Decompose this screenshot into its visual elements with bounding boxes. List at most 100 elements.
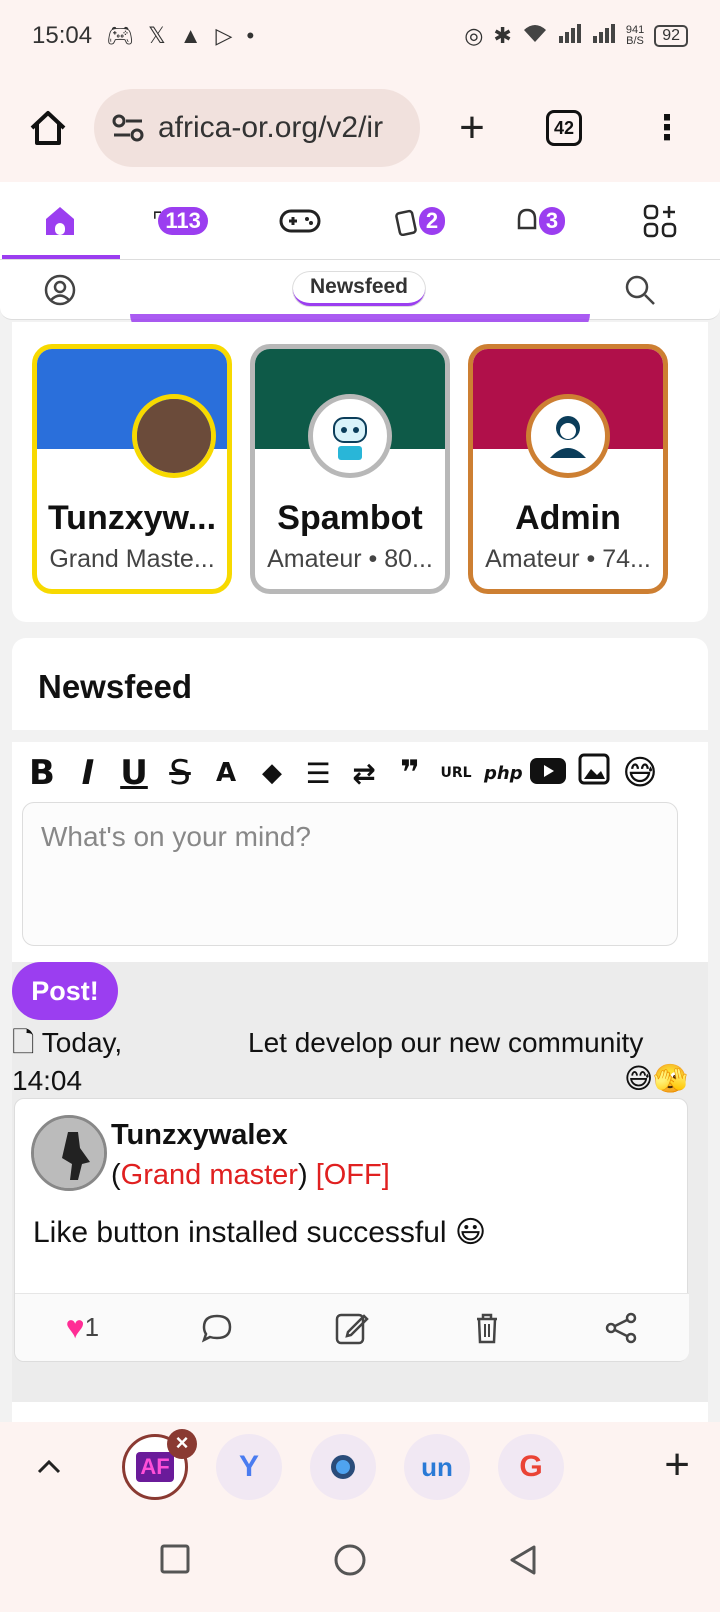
status-bar: 15:04 🎮︎ 𝕏 ▲ ▷ • ◎ ✱ 941 B/S 92: [0, 0, 720, 72]
close-tab-button[interactable]: ×: [167, 1429, 197, 1459]
comment-icon: [202, 1314, 232, 1342]
tab-globe[interactable]: [310, 1434, 376, 1500]
posts-badge: 2: [418, 206, 446, 235]
newsfeed-card: Newsfeed B I U S A ◆ ☰ ⇄ ❞ URL php 😅 Wha…: [12, 638, 708, 1422]
globe-icon: [331, 1455, 355, 1479]
nav-posts[interactable]: 2: [360, 182, 480, 259]
author-name[interactable]: Tunzxywalex: [111, 1119, 288, 1152]
sub-nav: Newsfeed: [0, 260, 720, 320]
notifications-badge: 3: [538, 206, 566, 235]
post-composer-input[interactable]: What's on your mind?: [22, 802, 678, 946]
user-rank: Grand Maste...: [49, 545, 215, 573]
site-favicon: AF: [136, 1452, 174, 1482]
image-icon[interactable]: [576, 753, 612, 794]
nav-messages[interactable]: ⌜ 113: [120, 182, 240, 259]
robot-icon: [333, 417, 367, 460]
edit-button[interactable]: [285, 1310, 420, 1346]
nav-games[interactable]: [240, 182, 360, 259]
apps-icon: [643, 204, 677, 237]
online-status: [OFF]: [315, 1159, 390, 1191]
comment-button[interactable]: [150, 1312, 285, 1344]
delete-button[interactable]: [419, 1312, 554, 1344]
signal-icon-2: [592, 22, 616, 50]
tab-newsfeed[interactable]: Newsfeed: [293, 272, 425, 306]
site-settings-icon[interactable]: [112, 114, 144, 142]
new-tab-button[interactable]: +: [450, 103, 494, 153]
user-name: Admin: [515, 499, 621, 537]
file-icon: 🗋: [12, 1027, 35, 1058]
home-button[interactable]: [24, 104, 72, 152]
url-icon[interactable]: URL: [438, 765, 474, 781]
emoji-icon[interactable]: 😅: [622, 753, 658, 793]
x-icon: 𝕏: [148, 23, 166, 48]
user-rank: Amateur • 74...: [485, 545, 651, 573]
nav-home[interactable]: [0, 182, 120, 259]
post-text: Like button installed successful 😃: [33, 1216, 487, 1249]
user-card[interactable]: Tunzxyw... Grand Maste...: [32, 344, 232, 594]
home-icon: [30, 111, 66, 145]
tab-yahoo[interactable]: Y: [216, 1434, 282, 1500]
quote-icon[interactable]: ❞: [392, 753, 428, 793]
url-text: africa-or.org/v2/ir: [158, 111, 384, 144]
warning-icon: ▲: [179, 23, 202, 48]
author-rank-label: Grand master: [120, 1159, 298, 1191]
cards-icon: [395, 209, 417, 236]
back-button[interactable]: [508, 1544, 538, 1576]
search-icon[interactable]: [624, 274, 656, 306]
overflow-menu-button[interactable]: ⋮: [650, 111, 684, 145]
gamepad-icon: 🎮︎: [106, 23, 134, 48]
post-actions: ♥ 1: [15, 1293, 689, 1361]
php-icon[interactable]: php: [484, 763, 523, 784]
chevron-up-icon[interactable]: [34, 1457, 64, 1477]
address-bar[interactable]: africa-or.org/v2/ir: [94, 89, 420, 167]
recents-button[interactable]: [160, 1544, 190, 1574]
author-rank: (Grand master) [OFF]: [111, 1159, 390, 1191]
user-name: Spambot: [277, 499, 423, 537]
admin-avatar: [526, 394, 610, 478]
youtube-icon[interactable]: [530, 753, 566, 793]
dot-icon: •: [246, 23, 255, 48]
like-count: 1: [84, 1312, 100, 1342]
wifi-icon: [522, 22, 548, 50]
swap-icon[interactable]: ⇄: [346, 757, 382, 790]
status-date: 🗋 Today, 14:04: [12, 1024, 162, 1100]
status-area: Post! 🗋 Today, 14:04 Let develop our new…: [12, 962, 708, 1402]
status-message: Let develop our new community: [248, 1027, 644, 1058]
status-emoji: 😅🫣: [623, 1063, 688, 1094]
italic-button[interactable]: I: [70, 753, 106, 793]
tab-africa-or[interactable]: AF ×: [122, 1429, 197, 1500]
strikethrough-button[interactable]: S: [162, 753, 198, 793]
fill-color-icon[interactable]: ◆: [254, 758, 290, 788]
list-icon[interactable]: ☰: [300, 757, 336, 790]
nav-apps[interactable]: [600, 182, 720, 259]
profile-icon[interactable]: [44, 274, 76, 306]
author-avatar[interactable]: [31, 1115, 107, 1191]
net-speed: 941 B/S: [626, 25, 644, 47]
tab-switcher-button[interactable]: 42: [546, 110, 582, 146]
signal-icon: [558, 22, 582, 50]
site-nav: ⌜ 113 2 3: [0, 182, 720, 260]
admin-icon: [550, 416, 586, 458]
home-nav-button[interactable]: [334, 1544, 366, 1576]
nav-notifications[interactable]: 3: [480, 182, 600, 259]
heart-icon: ♥: [65, 1309, 85, 1345]
featured-users: Tunzxyw... Grand Maste... Spambot Amateu…: [12, 322, 708, 622]
newsfeed-title: Newsfeed: [38, 668, 193, 705]
user-avatar: [131, 394, 216, 478]
divider: [12, 730, 708, 742]
web-content: ⌜ 113 2 3 Newsfeed Tunzxyw... Grand Mast…: [0, 182, 720, 1422]
bold-button[interactable]: B: [24, 753, 60, 793]
tab-google[interactable]: G: [498, 1434, 564, 1500]
user-rank: Amateur • 80...: [267, 545, 433, 573]
like-button[interactable]: ♥ 1: [15, 1309, 150, 1346]
post-button[interactable]: Post!: [12, 962, 118, 1020]
share-button[interactable]: [554, 1312, 689, 1344]
add-tab-button[interactable]: +: [664, 1440, 690, 1490]
system-nav-bar: [0, 1512, 720, 1612]
clock: 15:04: [32, 22, 93, 49]
text-color-icon[interactable]: A: [208, 758, 244, 788]
tab-un[interactable]: un: [404, 1434, 470, 1500]
user-card[interactable]: Spambot Amateur • 80...: [250, 344, 450, 594]
user-card[interactable]: Admin Amateur • 74...: [468, 344, 668, 594]
underline-button[interactable]: U: [116, 753, 152, 793]
